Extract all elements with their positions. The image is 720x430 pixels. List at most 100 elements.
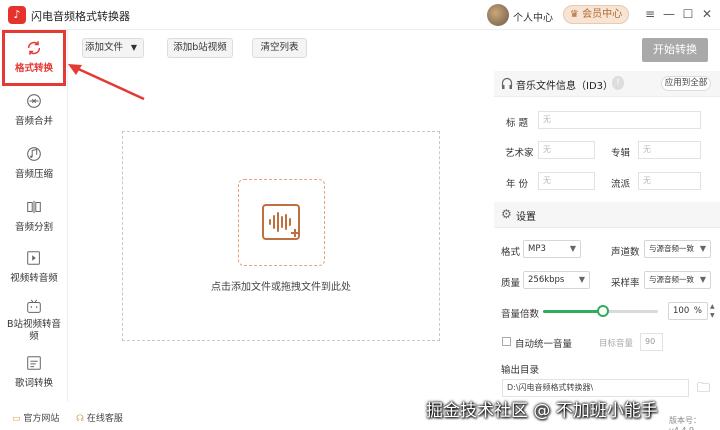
volume-slider[interactable] — [543, 305, 658, 317]
compress-icon — [27, 147, 41, 161]
bilibili-icon — [27, 299, 41, 313]
title-bar: ♪ 闪电音频格式转换器 个人中心 ♛ 会员中心 ≡ — ☐ ✕ — [0, 0, 720, 30]
info-icon[interactable]: ! — [612, 76, 624, 90]
vip-center-button[interactable]: ♛ 会员中心 — [563, 5, 629, 24]
volume-value: 100 — [673, 306, 690, 316]
artist-input[interactable]: 无 — [538, 141, 595, 159]
volume-stepper[interactable]: ▲ ▼ — [710, 302, 718, 320]
sidebar-item-split[interactable]: 音频分割 — [0, 198, 68, 233]
volume-slider-fill — [543, 310, 603, 313]
volume-input[interactable]: 100 % — [668, 302, 708, 320]
refresh-icon — [27, 41, 41, 55]
artist-label: 艺术家 — [505, 148, 534, 159]
sidebar-item-bilibili-to-audio[interactable]: B站视频转音频 — [0, 298, 68, 343]
samplerate-label: 采样率 — [611, 278, 640, 289]
volume-label: 音量倍数 — [501, 309, 540, 320]
quality-value: 256kbps — [528, 275, 565, 285]
user-center-link[interactable]: 个人中心 — [513, 9, 553, 24]
monitor-icon: ▭ — [12, 414, 24, 424]
settings-section-header: ⚙ 设置 — [494, 202, 720, 228]
add-file-button[interactable]: 添加文件 — [82, 38, 126, 58]
volume-slider-thumb[interactable] — [596, 305, 609, 317]
close-icon[interactable]: ✕ — [700, 7, 714, 21]
year-label: 年 份 — [506, 179, 529, 190]
target-volume-input[interactable]: 90 — [640, 333, 663, 351]
auto-volume-label: 自动统一音量 — [515, 339, 573, 350]
genre-label: 流派 — [611, 179, 631, 190]
audio-wave-icon — [262, 204, 300, 240]
output-dir-label: 输出目录 — [501, 365, 540, 376]
format-select[interactable]: MP3 ▼ — [523, 240, 581, 258]
online-support-label: 在线客服 — [86, 414, 123, 424]
album-input[interactable]: 无 — [638, 141, 701, 159]
version-label: 版本号：v4.4.9 — [669, 416, 701, 430]
chevron-down-icon[interactable]: ▼ — [125, 38, 144, 58]
channel-value: 与源音频一致 — [649, 244, 694, 253]
add-audio-icon[interactable] — [238, 179, 325, 266]
quality-select[interactable]: 256kbps ▼ — [523, 271, 590, 289]
sidebar-item-video-to-audio[interactable]: 视频转音频 — [0, 249, 68, 284]
lyrics-icon — [27, 356, 41, 370]
sidebar-item-compress[interactable]: 音频压缩 — [0, 145, 68, 180]
app-title: 闪电音频格式转换器 — [31, 10, 130, 23]
video-icon — [27, 251, 40, 265]
sidebar-item-lyrics[interactable]: 歌词转换 — [0, 354, 68, 389]
sidebar-item-merge[interactable]: 音频合并 — [0, 92, 68, 127]
title-label: 标 题 — [506, 118, 529, 129]
sidebar: 格式转换 音频合并 音频压缩 音频分割 视频转音频 B站视频转音频 歌词转换 — [0, 30, 68, 402]
album-label: 专辑 — [611, 148, 631, 159]
sidebar-item-label: 视频转音频 — [10, 273, 58, 284]
gear-icon: ⚙ — [501, 207, 512, 221]
output-dir-input[interactable]: D:\闪电音频格式转换器\ — [502, 379, 689, 397]
crown-icon: ♛ — [569, 9, 583, 20]
headset-icon: ☊ — [76, 414, 87, 424]
minimize-icon[interactable]: — — [662, 7, 676, 21]
drop-hint: 点击添加文件或拖拽文件到此处 — [211, 282, 351, 293]
year-input[interactable]: 无 — [538, 172, 595, 190]
merge-icon — [27, 94, 41, 108]
sidebar-item-label: 音频分割 — [14, 222, 53, 233]
settings-title: 设置 — [516, 212, 536, 223]
channel-label: 声道数 — [611, 247, 640, 258]
file-drop-zone[interactable]: 点击添加文件或拖拽文件到此处 — [122, 131, 440, 341]
split-icon — [27, 200, 41, 214]
target-volume-label: 目标音量 — [599, 339, 634, 349]
sidebar-item-label: 音频压缩 — [14, 169, 53, 180]
chevron-down-icon: ▼ — [578, 275, 585, 284]
clear-list-button[interactable]: 清空列表 — [252, 38, 307, 58]
auto-volume-checkbox[interactable] — [502, 337, 511, 346]
id3-section-header: 音乐文件信息（ID3） ! 应用到全部 — [494, 71, 720, 97]
apply-to-all-button[interactable]: 应用到全部 — [661, 76, 711, 91]
format-value: MP3 — [528, 244, 546, 254]
channel-select[interactable]: 与源音频一致 ▼ — [644, 240, 711, 258]
headphones-icon — [501, 77, 513, 89]
menu-icon[interactable]: ≡ — [643, 7, 657, 21]
avatar[interactable] — [487, 4, 509, 26]
volume-unit: % — [693, 306, 702, 316]
chevron-down-icon: ▼ — [699, 275, 706, 284]
start-convert-button[interactable]: 开始转换 — [642, 38, 708, 62]
add-bilibili-button[interactable]: 添加b站视频 — [167, 38, 233, 58]
chevron-down-icon: ▼ — [569, 244, 576, 253]
sidebar-item-label: B站视频转音频 — [6, 319, 62, 342]
samplerate-select[interactable]: 与源音频一致 ▼ — [644, 271, 711, 289]
genre-input[interactable]: 无 — [638, 172, 701, 190]
chevron-down-icon: ▼ — [699, 244, 706, 253]
sidebar-item-label: 格式转换 — [14, 63, 53, 74]
folder-icon[interactable]: 🗀 — [697, 379, 710, 401]
official-site-label: 官方网站 — [23, 414, 60, 424]
online-support-link[interactable]: ☊ 在线客服 — [76, 411, 123, 424]
sidebar-item-format-convert[interactable]: 格式转换 — [2, 30, 66, 86]
quality-label: 质量 — [501, 278, 521, 289]
watermark: 掘金技术社区 @ 不加班小能手 — [426, 401, 658, 421]
id3-title: 音乐文件信息（ID3） — [516, 81, 614, 92]
title-input[interactable]: 无 — [538, 111, 701, 129]
sidebar-item-label: 音频合并 — [14, 116, 53, 127]
vip-label: 会员中心 — [582, 9, 623, 20]
maximize-icon[interactable]: ☐ — [681, 7, 695, 21]
app-logo: ♪ — [8, 6, 26, 24]
official-site-link[interactable]: ▭ 官方网站 — [12, 411, 59, 424]
sidebar-item-label: 歌词转换 — [14, 378, 53, 389]
annotation-arrow — [68, 64, 145, 101]
samplerate-value: 与源音频一致 — [649, 275, 694, 284]
